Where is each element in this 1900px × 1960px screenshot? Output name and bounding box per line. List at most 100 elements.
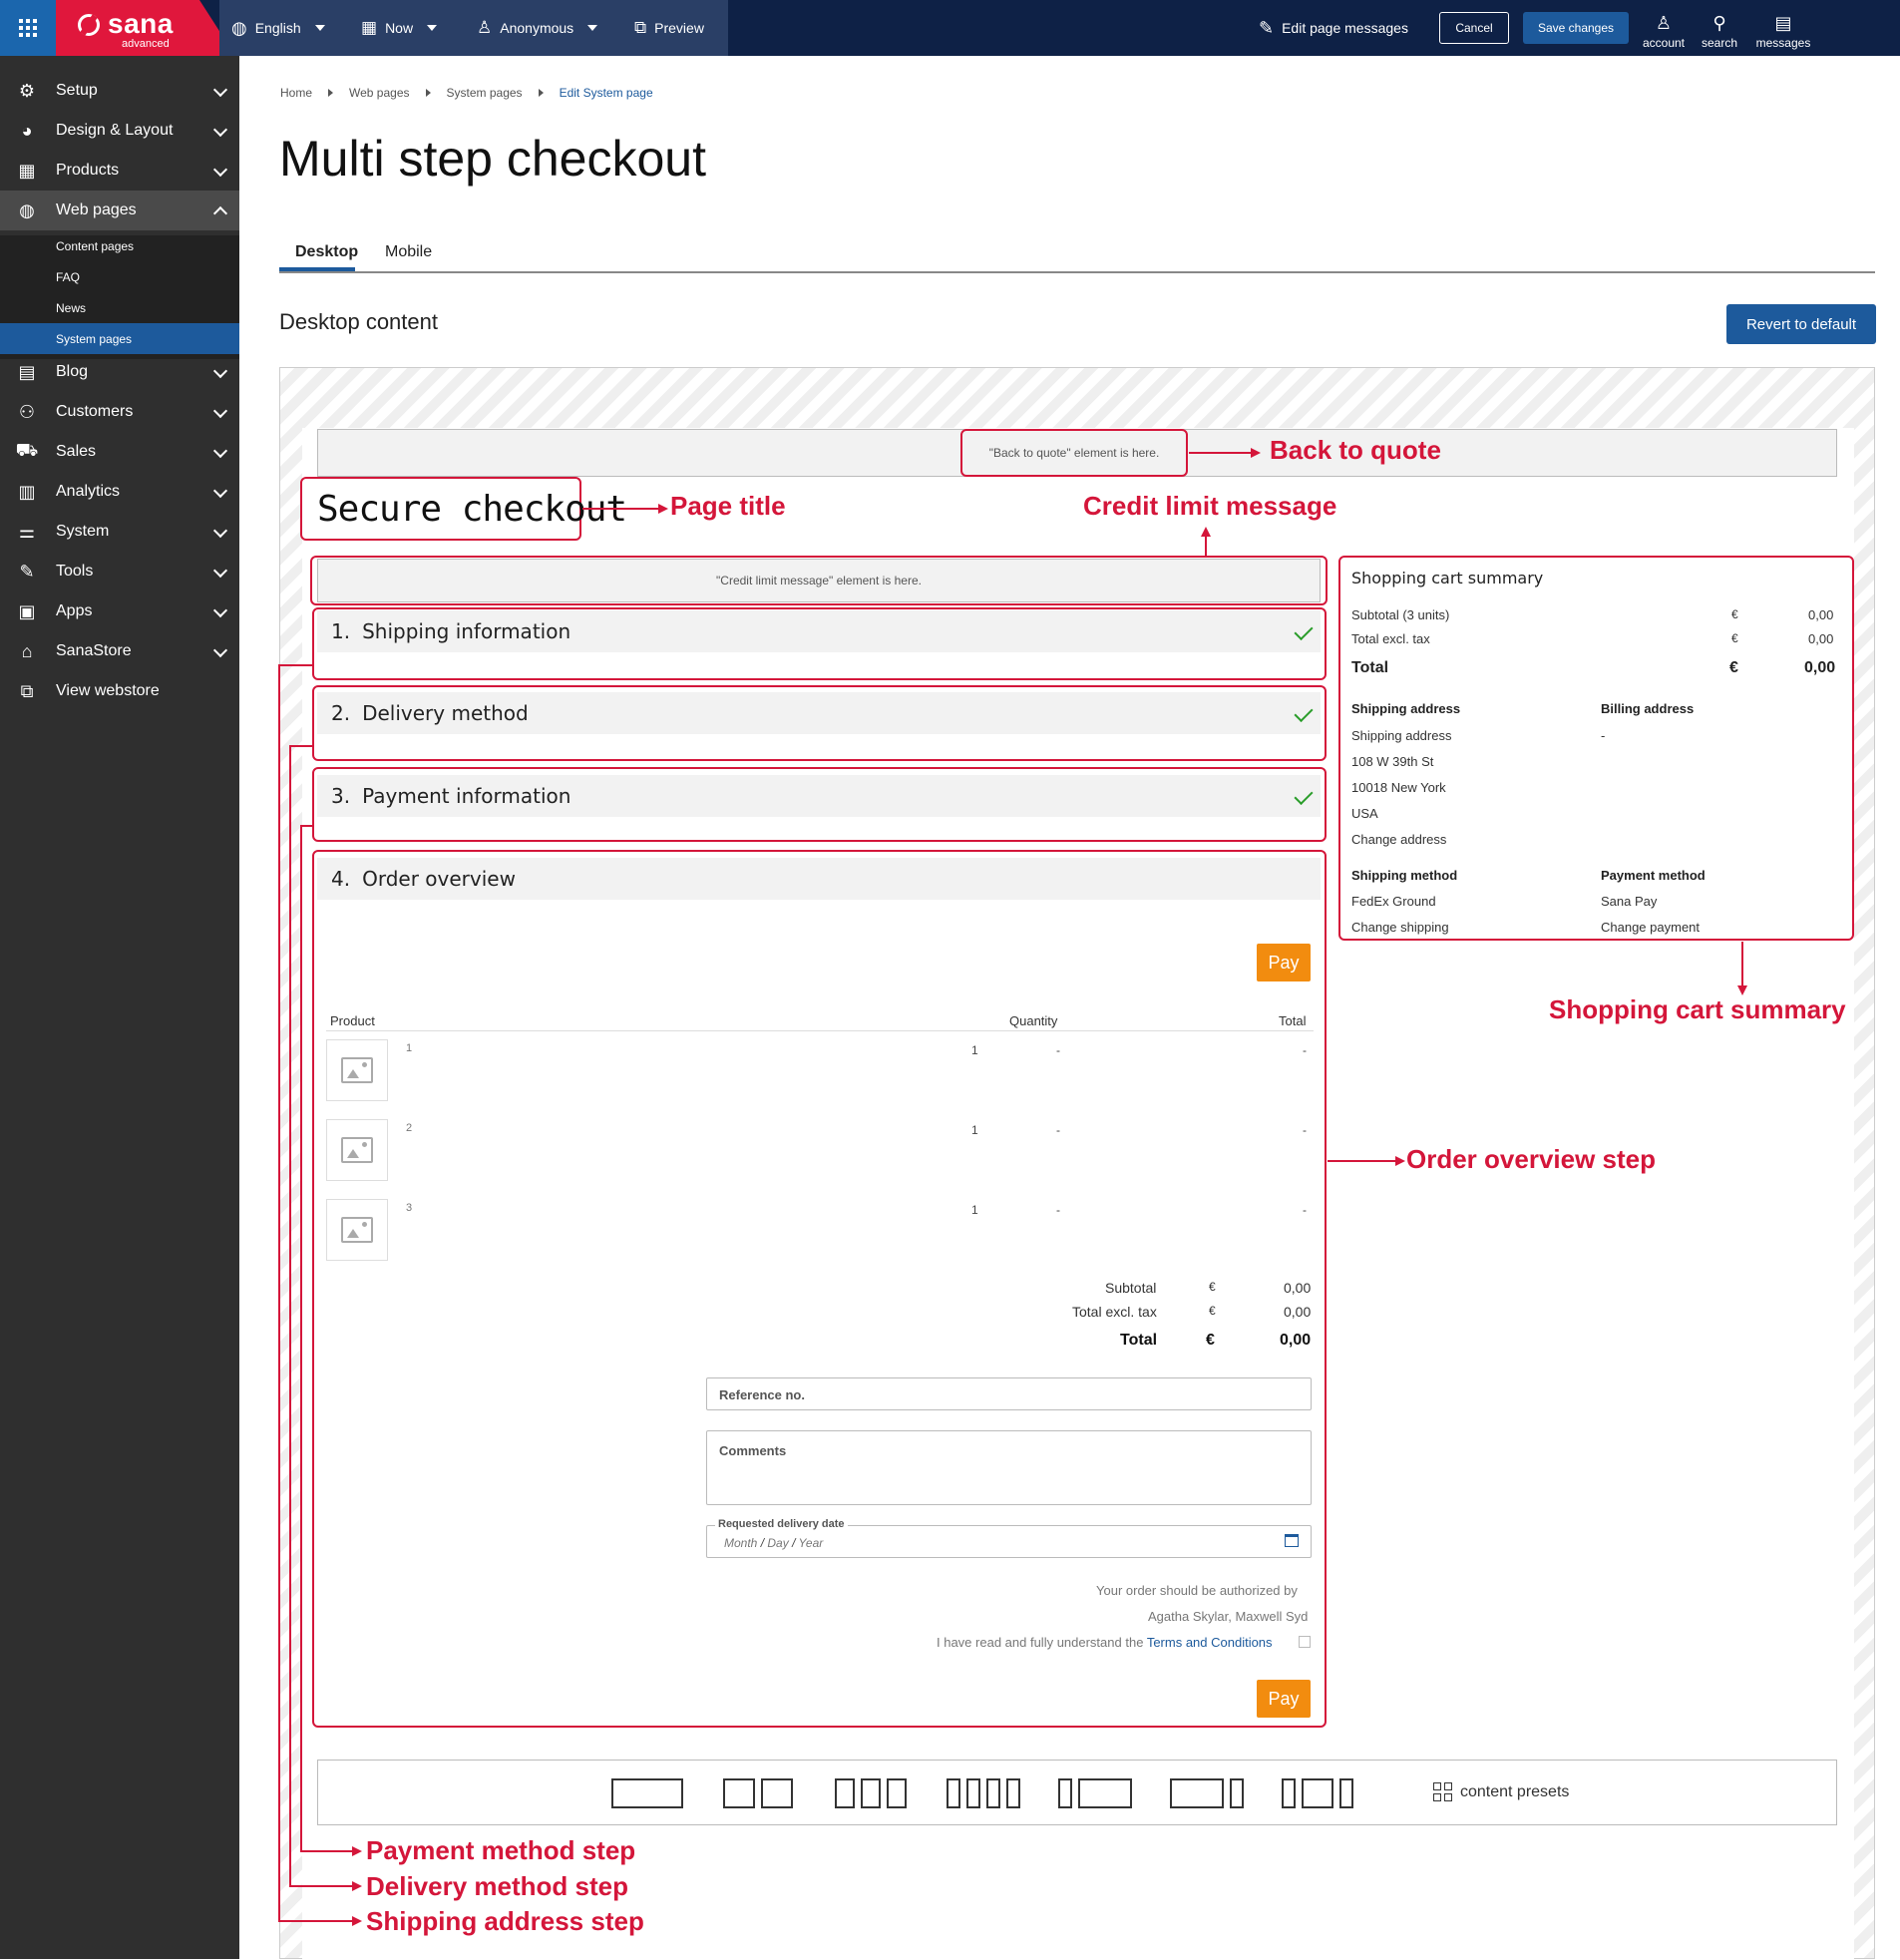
- breadcrumb-system-pages[interactable]: System pages: [447, 86, 523, 100]
- wrench-icon: ✎: [19, 561, 35, 582]
- save-changes-button[interactable]: Save changes: [1523, 12, 1629, 44]
- sidebar-item-design-layout[interactable]: ◕ Design & Layout: [0, 111, 239, 151]
- edit-page-messages-button[interactable]: ✎ Edit page messages: [1259, 0, 1408, 56]
- preview-button[interactable]: ⧉ Preview: [634, 0, 704, 56]
- product-thumbnail[interactable]: [326, 1199, 388, 1261]
- layout-preset-center-wide[interactable]: [1282, 1778, 1353, 1810]
- cancel-button[interactable]: Cancel: [1439, 12, 1509, 44]
- chevron-down-icon: [212, 523, 228, 539]
- delivery-date-label: Requested delivery date: [715, 1518, 848, 1530]
- sidebar-item-apps[interactable]: ▣ Apps: [0, 591, 239, 631]
- breadcrumb-current: Edit System page: [559, 86, 653, 100]
- sana-logo-icon: [78, 14, 100, 36]
- shipping-address-line: 108 W 39th St: [1351, 754, 1434, 769]
- sidebar-item-analytics[interactable]: ▥ Analytics: [0, 472, 239, 512]
- sidebar-item-setup[interactable]: ⚙ Setup: [0, 71, 239, 111]
- total-excl-tax-label: Total excl. tax: [1072, 1304, 1157, 1320]
- annotation-arrow: [300, 1850, 354, 1852]
- sidebar-item-customers[interactable]: ⚇ Customers: [0, 392, 239, 432]
- row-index: 1: [406, 1042, 413, 1054]
- bracket-line-shipping: [278, 664, 313, 666]
- layout-preset-right-narrow[interactable]: [1170, 1778, 1244, 1810]
- step-shipping-information[interactable]: 1. Shipping information: [317, 610, 1321, 652]
- date-label: Now: [385, 20, 414, 36]
- layout-preset-3col[interactable]: [835, 1778, 907, 1810]
- account-button[interactable]: ♙ account: [1634, 6, 1694, 50]
- search-button[interactable]: ⚲ search: [1690, 6, 1749, 50]
- row-quantity: 1: [971, 1043, 978, 1057]
- sidebar-item-blog[interactable]: ▤ Blog: [0, 352, 239, 392]
- pay-button-bottom[interactable]: Pay: [1257, 1680, 1311, 1718]
- terms-link[interactable]: Terms and Conditions: [1147, 1635, 1273, 1650]
- billing-address-title: Billing address: [1601, 701, 1695, 716]
- visitor-selector[interactable]: ♙ Anonymous: [477, 0, 598, 56]
- step-label: Delivery method: [362, 701, 529, 725]
- sidebar-item-view-webstore[interactable]: ⧉ View webstore: [0, 671, 239, 711]
- cart-total-excl-label: Total excl. tax: [1351, 631, 1430, 646]
- credit-limit-element[interactable]: "Credit limit message" element is here.: [317, 559, 1321, 602]
- step-payment-information[interactable]: 3. Payment information: [317, 775, 1321, 817]
- section-title: Desktop content: [279, 309, 438, 334]
- sidebar-item-sanastore[interactable]: ⌂ SanaStore: [0, 631, 239, 671]
- sidebar-item-label: Setup: [56, 82, 98, 99]
- change-address-link[interactable]: Change address: [1351, 832, 1446, 847]
- annotation-credit-limit: Credit limit message: [1083, 491, 1337, 521]
- layout-preset-2col[interactable]: [723, 1778, 793, 1810]
- sidebar-item-web-pages[interactable]: ◍ Web pages: [0, 191, 239, 230]
- layout-preset-1col[interactable]: [611, 1778, 683, 1810]
- bracket-line-shipping: [278, 664, 280, 1921]
- layout-preset-left-narrow[interactable]: [1058, 1778, 1132, 1810]
- sidebar-item-label: Sales: [56, 443, 97, 460]
- bracket-line-delivery: [289, 745, 291, 1885]
- sidebar-item-products[interactable]: ▦ Products: [0, 151, 239, 191]
- sidebar-item-system[interactable]: ⚌ System: [0, 512, 239, 552]
- calendar-icon[interactable]: [1285, 1534, 1299, 1547]
- messages-label: messages: [1755, 36, 1811, 50]
- sidebar-subitem-faq[interactable]: FAQ: [0, 261, 239, 292]
- sidebar-item-sales[interactable]: ⛟ Sales: [0, 432, 239, 472]
- product-thumbnail[interactable]: [326, 1039, 388, 1101]
- annotation-arrow: [278, 1920, 354, 1922]
- sidebar-item-tools[interactable]: ✎ Tools: [0, 552, 239, 591]
- back-to-quote-element[interactable]: "Back to quote" element is here.: [960, 429, 1188, 477]
- sidebar-subitem-content-pages[interactable]: Content pages: [0, 230, 239, 261]
- tab-desktop[interactable]: Desktop: [295, 243, 358, 261]
- breadcrumb-web-pages[interactable]: Web pages: [349, 86, 410, 100]
- chevron-down-icon: [212, 122, 228, 138]
- pay-button-top[interactable]: Pay: [1257, 944, 1311, 981]
- terms-checkbox[interactable]: [1299, 1636, 1311, 1648]
- date-selector[interactable]: ▦ Now: [361, 0, 438, 56]
- revert-to-default-button[interactable]: Revert to default: [1726, 304, 1876, 344]
- globe-icon: ◍: [19, 199, 35, 220]
- layout-preset-4col[interactable]: [947, 1778, 1020, 1810]
- change-payment-link[interactable]: Change payment: [1601, 920, 1700, 935]
- user-icon: ♙: [477, 18, 493, 37]
- product-thumbnail[interactable]: [326, 1119, 388, 1181]
- chevron-down-icon: [212, 363, 228, 379]
- breadcrumb-home[interactable]: Home: [280, 86, 312, 100]
- content-presets-button[interactable]: content presets: [1433, 1782, 1569, 1801]
- app-grid-button[interactable]: [0, 0, 56, 56]
- step-order-overview[interactable]: 4. Order overview: [317, 858, 1321, 900]
- messages-button[interactable]: ▤ messages: [1753, 6, 1813, 50]
- payment-method-value: Sana Pay: [1601, 894, 1658, 909]
- step-delivery-method[interactable]: 2. Delivery method: [317, 692, 1321, 734]
- col-total: Total: [1279, 1013, 1307, 1028]
- language-selector[interactable]: ◍ English: [231, 0, 325, 56]
- total-excl-tax-value: 0,00: [1284, 1304, 1312, 1320]
- breadcrumb: Home Web pages System pages Edit System …: [280, 86, 653, 100]
- grid-icon: [19, 19, 37, 37]
- breadcrumb-separator-icon: [425, 89, 431, 97]
- sidebar-item-label: Web pages: [56, 201, 137, 218]
- comments-textarea[interactable]: Comments: [706, 1430, 1312, 1505]
- tab-mobile[interactable]: Mobile: [385, 243, 432, 261]
- reference-number-input[interactable]: Reference no.: [706, 1377, 1312, 1410]
- caret-down-icon: [314, 25, 325, 31]
- checkout-title[interactable]: Secure checkout: [317, 489, 627, 530]
- change-shipping-link[interactable]: Change shipping: [1351, 920, 1449, 935]
- annotation-cart-summary: Shopping cart summary: [1549, 994, 1846, 1024]
- sana-logo[interactable]: sana advanced: [56, 0, 235, 56]
- sidebar-subitem-news[interactable]: News: [0, 292, 239, 323]
- sidebar-subitem-system-pages[interactable]: System pages: [0, 323, 239, 354]
- total-value: 0,00: [1280, 1332, 1312, 1349]
